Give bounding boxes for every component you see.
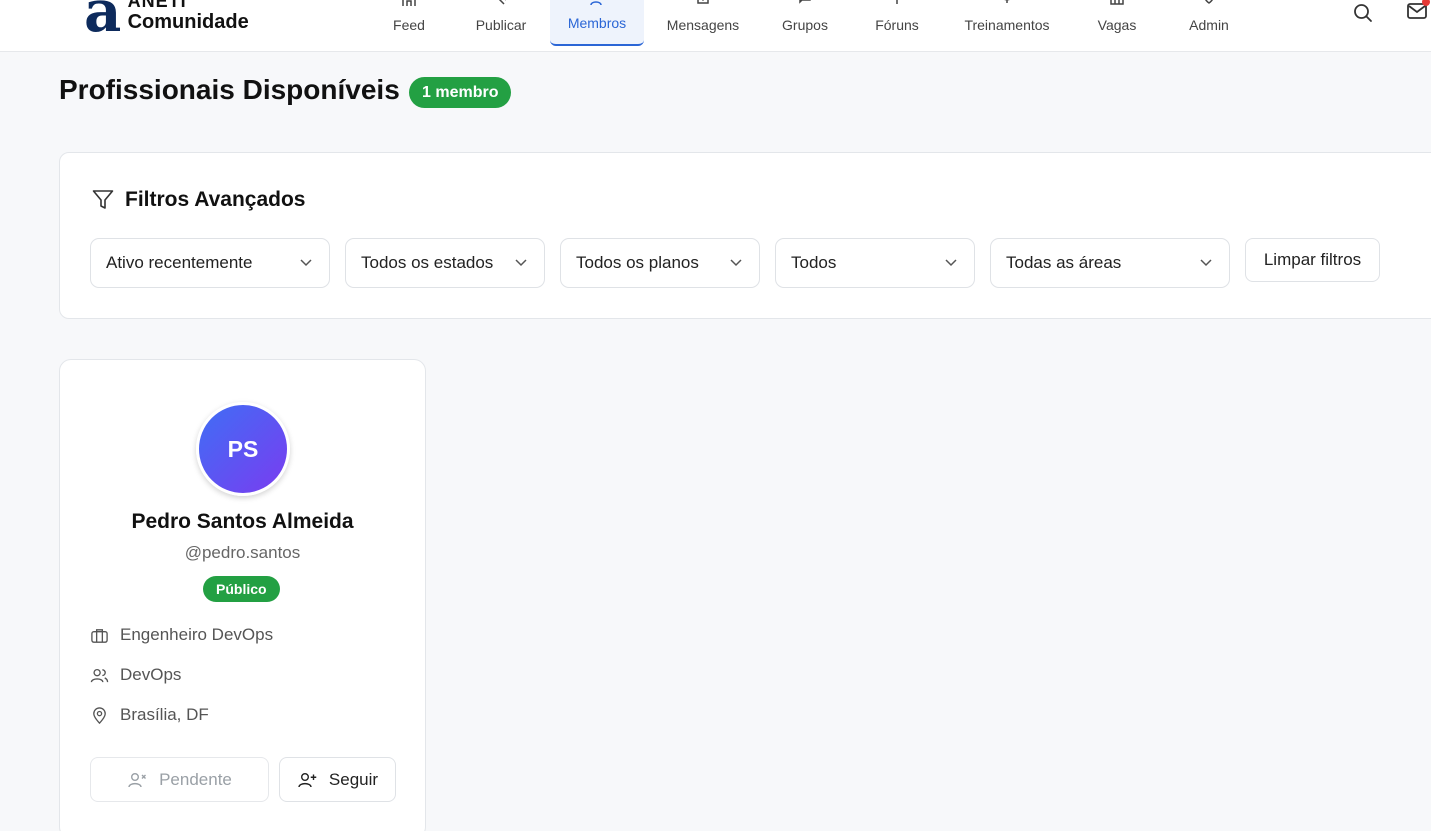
member-handle: @pedro.santos xyxy=(184,543,301,562)
nav-label-treinamentos: Treinamentos xyxy=(964,17,1050,33)
member-location: Brasília, DF xyxy=(120,705,209,724)
nav-label-foruns: Fóruns xyxy=(875,17,919,33)
plan-filter-value: Todos os planos xyxy=(576,253,699,272)
mail-icon[interactable] xyxy=(1406,0,1431,22)
type-filter-value: Todos xyxy=(791,253,837,272)
chat-icon xyxy=(799,0,811,4)
nav-label-membros: Membros xyxy=(567,15,627,31)
edit-icon xyxy=(498,0,506,5)
search-icon[interactable] xyxy=(1352,2,1374,24)
follow-label: Seguir xyxy=(328,769,379,789)
pending-button[interactable]: Pendente xyxy=(90,757,269,802)
users-icon xyxy=(90,668,109,682)
nav-item-vagas[interactable]: Vagas xyxy=(1090,0,1144,46)
member-role-row: Engenheiro DevOps xyxy=(90,625,273,645)
user-plus-icon xyxy=(298,772,317,787)
activity-filter-select[interactable]: Ativo recentemente xyxy=(90,238,330,288)
nav-label-vagas: Vagas xyxy=(1097,17,1137,33)
plan-filter-select[interactable]: Todos os planos xyxy=(560,238,760,288)
chevron-down-icon xyxy=(945,259,957,267)
nav-item-publicar[interactable]: Publicar xyxy=(470,0,532,46)
chevron-down-icon xyxy=(730,259,742,267)
member-count-badge: 1 membro xyxy=(409,77,512,108)
logo[interactable]: a ANETI Comunidade xyxy=(84,0,249,34)
state-filter-value: Todos os estados xyxy=(361,253,494,272)
nav-item-mensagens[interactable]: Mensagens xyxy=(660,0,746,46)
nav-item-membros[interactable]: Membros xyxy=(550,0,644,46)
clear-filters-button[interactable]: Limpar filtros xyxy=(1245,238,1380,282)
avatar[interactable]: PS xyxy=(196,402,290,496)
member-card[interactable]: PS Pedro Santos Almeida @pedro.santos Pú… xyxy=(59,359,426,831)
chevron-down-icon xyxy=(1200,259,1212,267)
filters-header: Filtros Avançados xyxy=(91,188,306,212)
area-filter-value: Todas as áreas xyxy=(1006,253,1122,272)
filters-panel: Filtros Avançados Ativo recentemente Tod… xyxy=(59,152,1431,319)
nav-item-foruns[interactable]: Fóruns xyxy=(870,0,924,46)
nav-label-feed: Feed xyxy=(393,17,425,33)
visibility-badge: Público xyxy=(203,576,280,602)
page-title: Profissionais Disponíveis xyxy=(59,74,400,105)
inbox-icon xyxy=(697,0,709,4)
shield-icon xyxy=(1205,0,1213,4)
filters-title: Filtros Avançados xyxy=(125,188,306,211)
user-x-icon xyxy=(128,772,147,787)
follow-button[interactable]: Seguir xyxy=(279,757,396,802)
graduation-icon xyxy=(1004,0,1010,3)
briefcase-icon xyxy=(1110,0,1124,5)
nav-label-mensagens: Mensagens xyxy=(666,17,740,33)
state-filter-select[interactable]: Todos os estados xyxy=(345,238,545,288)
activity-filter-value: Ativo recentemente xyxy=(106,253,253,272)
nav-label-publicar: Publicar xyxy=(475,17,527,33)
nav-label-admin: Admin xyxy=(1189,17,1229,33)
member-location-row: Brasília, DF xyxy=(90,705,209,725)
type-filter-select[interactable]: Todos xyxy=(775,238,975,288)
nav-item-admin[interactable]: Admin xyxy=(1184,0,1234,46)
member-role: Engenheiro DevOps xyxy=(120,625,274,644)
logo-mark: a xyxy=(84,0,120,34)
book-icon xyxy=(896,0,898,4)
member-name[interactable]: Pedro Santos Almeida xyxy=(60,510,425,534)
home-icon xyxy=(402,0,416,6)
nav-item-feed[interactable]: Feed xyxy=(384,0,434,46)
logo-subtitle: Comunidade xyxy=(127,11,249,33)
pending-label: Pendente xyxy=(159,769,232,789)
nav-label-grupos: Grupos xyxy=(782,17,828,33)
member-area: DevOps xyxy=(120,665,182,684)
users-icon xyxy=(590,1,602,6)
nav-item-treinamentos[interactable]: Treinamentos xyxy=(958,0,1056,46)
logo-title: ANETI xyxy=(127,0,187,10)
top-navigation-bar: a ANETI Comunidade Feed Publicar Membros… xyxy=(0,0,1431,52)
chevron-down-icon xyxy=(300,259,312,267)
briefcase-icon xyxy=(91,628,108,643)
area-filter-select[interactable]: Todas as áreas xyxy=(990,238,1230,288)
map-pin-icon xyxy=(93,706,106,724)
filter-icon xyxy=(92,190,114,209)
nav-item-grupos[interactable]: Grupos xyxy=(776,0,834,46)
chevron-down-icon xyxy=(515,259,527,267)
member-area-row: DevOps xyxy=(90,665,181,685)
